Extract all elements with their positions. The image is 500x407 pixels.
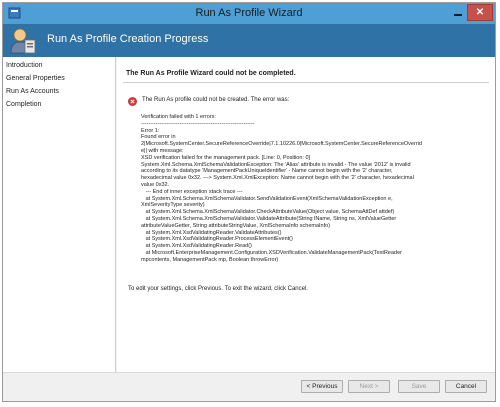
error-icon xyxy=(128,97,137,106)
close-button[interactable]: ✕ xyxy=(467,4,493,21)
instructions-text: To edit your settings, click Previous. T… xyxy=(128,286,308,292)
error-message: The Run As profile could not be created.… xyxy=(142,97,290,103)
wizard-header: Run As Profile Creation Progress xyxy=(3,24,495,57)
minimize-icon[interactable] xyxy=(453,9,463,17)
error-details: Verification failed with 1 errors: -----… xyxy=(141,114,422,263)
sidebar-item-run-as-accounts[interactable]: Run As Accounts xyxy=(3,85,115,98)
previous-button[interactable]: < Previous xyxy=(301,380,343,393)
result-heading: The Run As Profile Wizard could not be c… xyxy=(126,70,296,77)
save-button[interactable]: Save xyxy=(398,380,440,393)
next-button[interactable]: Next > xyxy=(348,380,390,393)
divider xyxy=(123,82,489,83)
cancel-button[interactable]: Cancel xyxy=(445,380,487,393)
title-bar: Run As Profile Wizard ✕ xyxy=(3,3,495,24)
sidebar-item-general-properties[interactable]: General Properties xyxy=(3,72,115,85)
header-title: Run As Profile Creation Progress xyxy=(47,33,209,45)
button-bar: < Previous Next > Save Cancel xyxy=(3,372,495,401)
sidebar-item-completion[interactable]: Completion xyxy=(3,98,115,111)
user-profile-icon xyxy=(10,28,36,54)
window-title: Run As Profile Wizard xyxy=(195,7,303,19)
wizard-steps-sidebar: Introduction General Properties Run As A… xyxy=(3,57,116,372)
sidebar-item-introduction[interactable]: Introduction xyxy=(3,59,115,72)
wizard-window: Run As Profile Wizard ✕ Run As Profile C… xyxy=(2,2,496,402)
main-content: The Run As Profile Wizard could not be c… xyxy=(117,57,495,372)
